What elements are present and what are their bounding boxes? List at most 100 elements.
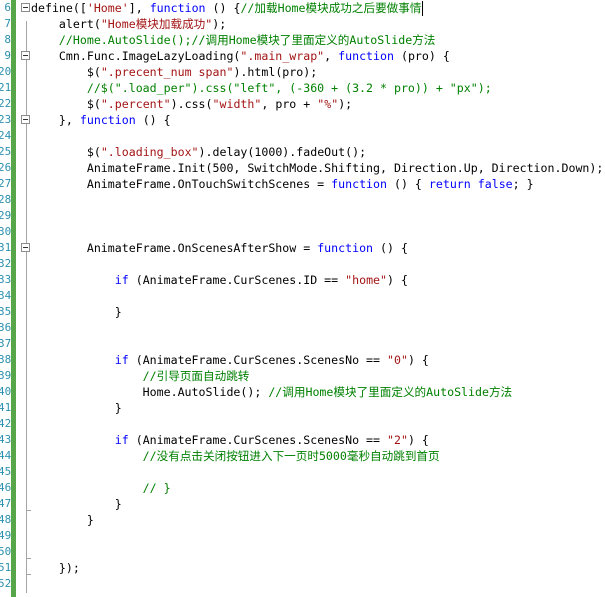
line-number: 26	[0, 161, 11, 174]
region-end-marker	[26, 510, 31, 511]
code-line[interactable]: AnimateFrame.OnTouchSwitchScenes = funct…	[31, 176, 534, 192]
line-number-gutter: 6 7 8 9 20 21 22 23 24 25 26 27 28 29 30 31 32 33 34 35 36 37…	[0, 0, 11, 597]
default-token: $(	[31, 145, 101, 159]
code-line[interactable]: }, function () {	[31, 112, 171, 128]
line-number: 35	[0, 305, 11, 318]
code-line[interactable]: $(".loading_box").delay(1000).fadeOut();	[31, 144, 366, 160]
code-line[interactable]: $(".percent").css("width", pro + "%");	[31, 96, 352, 112]
line-number: 43	[0, 433, 11, 446]
default-token: Cmn.Func.ImageLazyLoading(	[31, 49, 241, 63]
default-token: AnimateFrame.Init(500, SwitchMode.Shifti…	[31, 161, 604, 175]
line-number: 23	[0, 113, 11, 126]
string-token: 'Home'	[86, 1, 129, 15]
default-token: $(	[31, 97, 101, 111]
string-token: "Home模块加载成功"	[100, 17, 213, 31]
default-token: ) {	[387, 273, 408, 287]
comment-token: //Home.AutoSlide();//调用Home模块了里面定义的AutoS…	[31, 33, 436, 47]
string-token: "2"	[387, 433, 408, 447]
outline-guide-line	[26, 21, 27, 593]
line-number: 48	[0, 513, 11, 526]
line-number: 25	[0, 145, 11, 158]
code-line[interactable]: //引导页面自动跳转	[31, 368, 250, 384]
string-token: ".loading_box"	[100, 145, 199, 159]
code-line[interactable]: //没有点击关闭按钮进入下一页时5000毫秒自动跳到首页	[31, 448, 440, 464]
string-token: ".precent_num span"	[100, 65, 234, 79]
code-line[interactable]: $(".precent_num span").html(pro);	[31, 64, 317, 80]
code-line[interactable]: Home.AutoSlide(); //调用Home模块了里面定义的AutoSl…	[31, 384, 512, 400]
line-number: 7	[4, 17, 11, 30]
collapse-region-icon[interactable]	[21, 115, 30, 124]
code-text-area[interactable]: define(['Home'], function () {//加载Home模块…	[31, 0, 605, 597]
default-token: (AnimateFrame.CurScenes.ID ==	[128, 273, 346, 287]
default-token: ; }	[512, 177, 534, 191]
default-token: ) {	[407, 353, 429, 367]
code-line[interactable]: }	[31, 400, 122, 416]
line-number: 8	[4, 33, 11, 46]
line-number: 6	[4, 1, 11, 14]
default-token: () {	[387, 177, 429, 191]
comment-token: //没有点击关闭按钮进入下一页时5000毫秒自动跳到首页	[31, 449, 440, 463]
default-token: AnimateFrame.OnScenesAfterShow =	[31, 241, 318, 255]
code-line[interactable]: }	[31, 304, 122, 320]
code-line[interactable]: if (AnimateFrame.CurScenes.ScenesNo == "…	[31, 352, 429, 368]
default-token: (AnimateFrame.CurScenes.ScenesNo ==	[128, 353, 387, 367]
collapse-region-icon[interactable]	[21, 243, 30, 252]
default-token: AnimateFrame.OnTouchSwitchScenes =	[31, 177, 332, 191]
line-number: 20	[0, 65, 11, 78]
string-token: ".main_wrap"	[240, 49, 325, 63]
code-line[interactable]: // }	[31, 480, 171, 496]
default-token: }	[31, 513, 94, 527]
string-token: "0"	[387, 353, 408, 367]
code-line[interactable]: }	[31, 496, 122, 512]
line-number: 50	[0, 545, 11, 558]
line-number: 51	[0, 561, 11, 574]
default-token: ,	[324, 49, 339, 63]
code-line[interactable]: if (AnimateFrame.CurScenes.ScenesNo == "…	[31, 432, 429, 448]
default-token: );	[338, 97, 353, 111]
code-line[interactable]: AnimateFrame.Init(500, SwitchMode.Shifti…	[31, 160, 604, 176]
code-line[interactable]: //Home.AutoSlide();//调用Home模块了里面定义的AutoS…	[31, 32, 435, 48]
keyword-token: function	[317, 241, 374, 255]
line-number: 47	[0, 497, 11, 510]
default-token: (pro) {	[393, 49, 450, 63]
keyword-token: function	[79, 113, 136, 127]
default-token: $(	[31, 65, 101, 79]
keyword-token: return	[428, 177, 471, 191]
line-number: 49	[0, 529, 11, 542]
keyword-token: false	[477, 177, 513, 191]
default-token: ).css(	[170, 97, 213, 111]
line-number: 9	[4, 49, 11, 62]
code-line[interactable]: if (AnimateFrame.CurScenes.ID == "home")…	[31, 272, 408, 288]
line-number: 38	[0, 353, 11, 366]
collapse-region-icon[interactable]	[21, 3, 30, 12]
line-number: 34	[0, 289, 11, 302]
line-number: 46	[0, 481, 11, 494]
line-number: 24	[0, 129, 11, 142]
default-token: ],	[128, 1, 150, 15]
line-number: 41	[0, 401, 11, 414]
default-token	[31, 353, 115, 367]
line-number: 45	[0, 465, 11, 478]
code-line[interactable]: //$(".load_per").css("left", (-360 + (3.…	[31, 80, 492, 96]
code-line[interactable]: AnimateFrame.OnScenesAfterShow = functio…	[31, 240, 408, 256]
line-number: 44	[0, 449, 11, 462]
code-line[interactable]: }	[31, 512, 94, 528]
code-line[interactable]: alert("Home模块加载成功");	[31, 16, 226, 32]
line-number: 27	[0, 177, 11, 190]
default-token: Home.AutoSlide();	[31, 385, 269, 399]
string-token: "width"	[212, 97, 262, 111]
keyword-token: if	[114, 433, 129, 447]
code-line[interactable]: Cmn.Func.ImageLazyLoading(".main_wrap", …	[31, 48, 450, 64]
default-token: },	[31, 113, 80, 127]
default-token: ).delay(1000).fadeOut();	[198, 145, 367, 159]
line-number: 37	[0, 337, 11, 350]
line-number: 29	[0, 209, 11, 222]
code-editor[interactable]: 6 7 8 9 20 21 22 23 24 25 26 27 28 29 30 31 32 33 34 35 36 37…	[0, 0, 605, 597]
line-number: 28	[0, 193, 11, 206]
default-token: );	[212, 17, 227, 31]
code-line[interactable]: });	[31, 560, 80, 576]
collapse-region-icon[interactable]	[21, 51, 30, 60]
code-line[interactable]: define(['Home'], function () {//加载Home模块…	[31, 0, 421, 16]
string-token: "home"	[345, 273, 388, 287]
default-token: () {	[135, 113, 171, 127]
